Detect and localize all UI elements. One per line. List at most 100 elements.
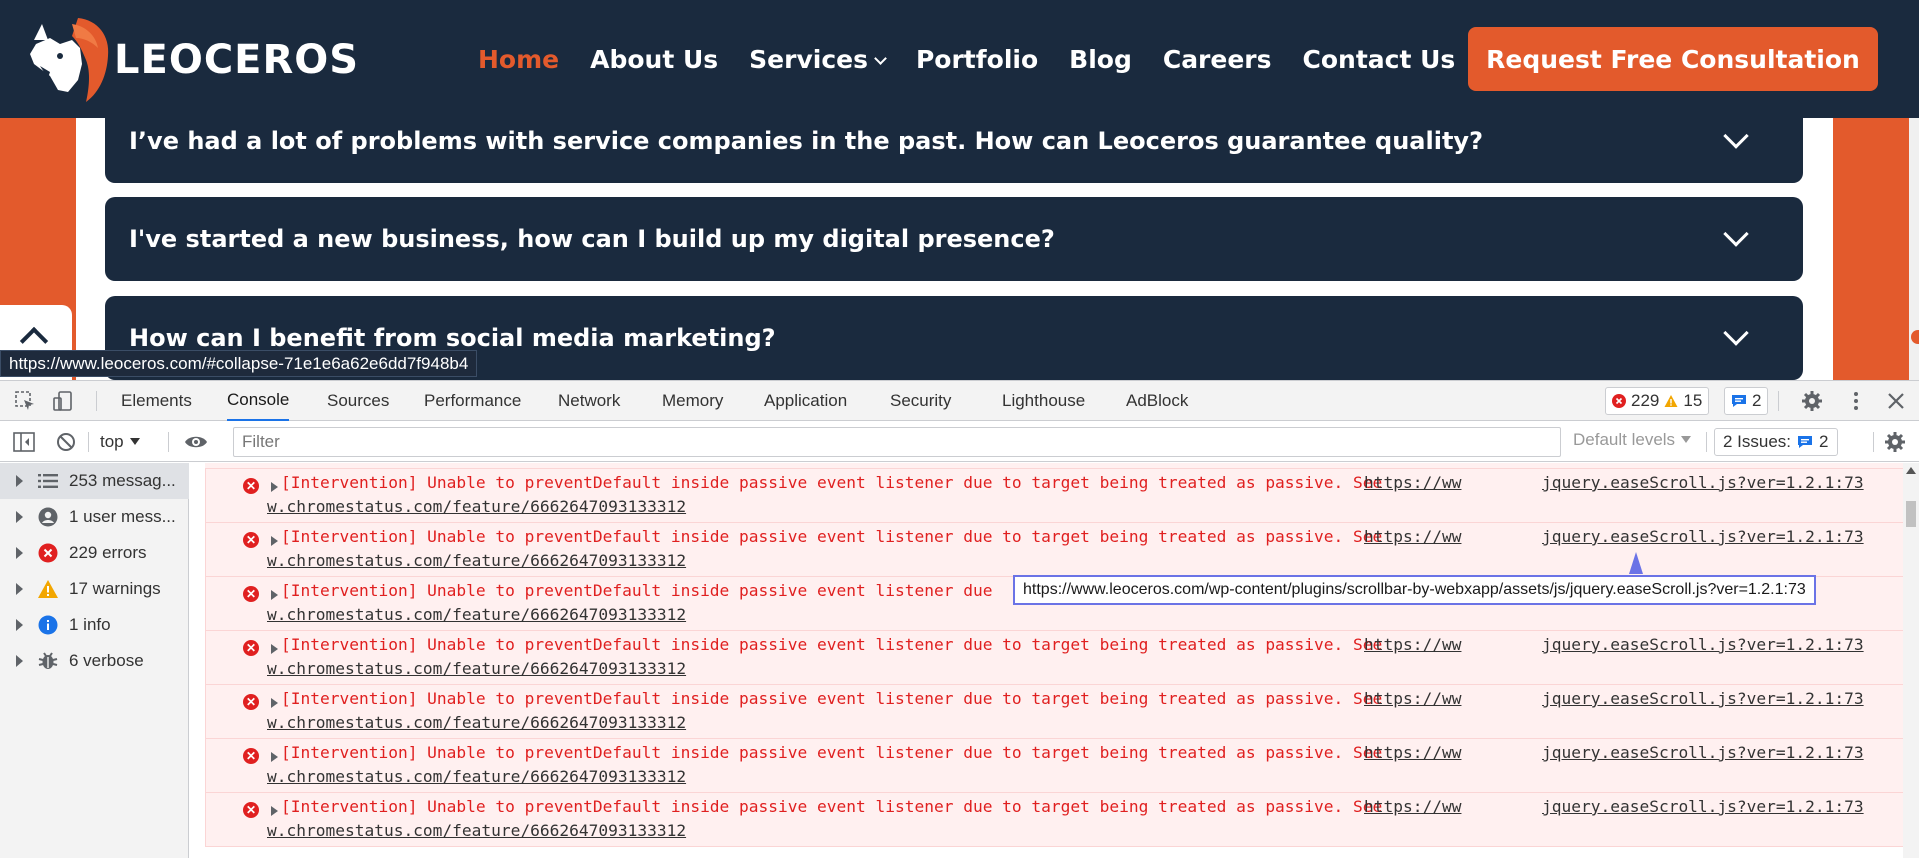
tab-elements[interactable]: Elements: [121, 381, 192, 421]
scrollbar-thumb[interactable]: [1906, 501, 1916, 527]
sidebar-item-errors[interactable]: 229 errors: [0, 535, 189, 571]
chromestatus-link[interactable]: https://ww: [1364, 743, 1461, 762]
request-consultation-button[interactable]: Request Free Consultation: [1468, 27, 1878, 91]
console-settings-gear-icon[interactable]: [1884, 431, 1906, 453]
tab-lighthouse[interactable]: Lighthouse: [1002, 381, 1085, 421]
error-icon: ✕: [243, 748, 259, 764]
source-link[interactable]: jquery.easeScroll.js?ver=1.2.1:73: [1542, 473, 1864, 492]
gear-icon[interactable]: [1801, 390, 1823, 412]
sidebar-item-label: 1 info: [69, 615, 111, 634]
faq-item-quality[interactable]: I’ve had a lot of problems with service …: [105, 99, 1803, 183]
nav-services[interactable]: Services: [749, 44, 887, 74]
issues-button[interactable]: 2 Issues: 2: [1714, 428, 1838, 456]
expand-arrow-icon[interactable]: [271, 482, 278, 492]
console-error-row[interactable]: ✕ [Intervention] Unable to preventDefaul…: [205, 685, 1903, 739]
chromestatus-link[interactable]: https://ww: [1364, 635, 1461, 654]
sidebar-item-info[interactable]: 1 info: [0, 607, 189, 643]
message-icon: [1732, 395, 1746, 407]
tab-security[interactable]: Security: [890, 381, 951, 421]
clear-console-icon[interactable]: [55, 431, 77, 453]
expand-arrow-icon[interactable]: [271, 590, 278, 600]
chromestatus-link-cont[interactable]: w.chromestatus.com/feature/6662647093133…: [267, 551, 686, 570]
sidebar-item-verbose[interactable]: 6 verbose: [0, 643, 189, 679]
error-message: [Intervention] Unable to preventDefault …: [281, 797, 1383, 816]
nav-portfolio[interactable]: Portfolio: [916, 45, 1038, 74]
console-error-row[interactable]: ✕ [Intervention] Unable to preventDefaul…: [205, 523, 1903, 577]
expand-arrow-icon: [16, 547, 23, 559]
error-message: [Intervention] Unable to preventDefault …: [281, 473, 1383, 492]
console-toolbar: top Default levels 2 Issues: 2: [0, 422, 1919, 462]
source-link[interactable]: jquery.easeScroll.js?ver=1.2.1:73: [1542, 797, 1864, 816]
chromestatus-link-cont[interactable]: w.chromestatus.com/feature/6662647093133…: [267, 659, 686, 678]
info-icon: [37, 614, 59, 636]
chromestatus-link[interactable]: https://ww: [1364, 797, 1461, 816]
nav-services-label: Services: [749, 44, 868, 74]
expand-arrow-icon: [16, 583, 23, 595]
console-sidebar: 253 messag... 1 user mess... 229 errors …: [0, 463, 189, 858]
console-counts-badge[interactable]: 229 15: [1605, 387, 1710, 415]
tab-application[interactable]: Application: [764, 381, 847, 421]
log-levels-dropdown[interactable]: Default levels: [1573, 430, 1692, 450]
nav-blog[interactable]: Blog: [1069, 45, 1132, 74]
inspect-element-icon[interactable]: [14, 390, 36, 412]
sidebar-item-warnings[interactable]: 17 warnings: [0, 571, 189, 607]
sidebar-item-user-messages[interactable]: 1 user mess...: [0, 499, 189, 535]
source-link[interactable]: jquery.easeScroll.js?ver=1.2.1:73: [1542, 689, 1864, 708]
console-error-row[interactable]: ✕ [Intervention] Unable to preventDefaul…: [205, 631, 1903, 685]
chromestatus-link[interactable]: https://ww: [1364, 689, 1461, 708]
eye-icon[interactable]: [184, 431, 207, 453]
chromestatus-link-cont[interactable]: w.chromestatus.com/feature/6662647093133…: [267, 821, 686, 840]
chromestatus-link-cont[interactable]: w.chromestatus.com/feature/6662647093133…: [267, 767, 686, 786]
site-logo[interactable]: LEOCEROS: [28, 14, 358, 106]
expand-arrow-icon[interactable]: [271, 644, 278, 654]
logo-wordmark: LEOCEROS: [114, 37, 360, 83]
divider: [168, 432, 169, 452]
console-error-row[interactable]: ✕ [Intervention] Unable to preventDefaul…: [205, 469, 1903, 523]
close-icon[interactable]: [1885, 390, 1907, 412]
side-widget-dot[interactable]: [1911, 330, 1919, 344]
console-error-row[interactable]: ✕ [Intervention] Unable to preventDefaul…: [205, 793, 1903, 847]
context-selector[interactable]: top: [100, 430, 140, 454]
console-filter-input[interactable]: [233, 427, 1561, 457]
chromestatus-link-cont[interactable]: w.chromestatus.com/feature/6662647093133…: [267, 713, 686, 732]
chromestatus-link-cont[interactable]: w.chromestatus.com/feature/6662647093133…: [267, 605, 686, 624]
more-options-icon[interactable]: [1845, 390, 1867, 412]
list-icon: [37, 470, 59, 492]
sidebar-item-label: 17 warnings: [69, 579, 161, 598]
tab-sources[interactable]: Sources: [327, 381, 389, 421]
error-icon: ✕: [243, 532, 259, 548]
expand-arrow-icon[interactable]: [271, 698, 278, 708]
device-toolbar-icon[interactable]: [52, 390, 74, 412]
console-error-row[interactable]: ✕ [Intervention] Unable to preventDefaul…: [205, 739, 1903, 793]
tab-console[interactable]: Console: [227, 381, 290, 421]
nav-contact[interactable]: Contact Us: [1303, 45, 1456, 74]
tab-network[interactable]: Network: [558, 381, 620, 421]
sidebar-item-messages[interactable]: 253 messag...: [0, 463, 189, 499]
nav-home[interactable]: Home: [478, 45, 560, 110]
source-link[interactable]: jquery.easeScroll.js?ver=1.2.1:73: [1542, 635, 1864, 654]
expand-arrow-icon[interactable]: [271, 806, 278, 816]
issues-counter-badge[interactable]: 2: [1724, 387, 1769, 415]
source-link-hovered[interactable]: jquery.easeScroll.js?ver=1.2.1:73: [1542, 527, 1864, 546]
devtools-panel: Elements Console Sources Performance Net…: [0, 380, 1919, 858]
chromestatus-link[interactable]: https://ww: [1364, 527, 1461, 546]
source-link[interactable]: jquery.easeScroll.js?ver=1.2.1:73: [1542, 743, 1864, 762]
nav-about[interactable]: About Us: [590, 45, 718, 74]
divider: [1706, 432, 1707, 452]
error-message: [Intervention] Unable to preventDefault …: [281, 743, 1383, 762]
tab-memory[interactable]: Memory: [662, 381, 723, 421]
tab-performance[interactable]: Performance: [424, 381, 521, 421]
expand-arrow-icon[interactable]: [271, 752, 278, 762]
faq-item-digital-presence[interactable]: I've started a new business, how can I b…: [105, 197, 1803, 281]
nav-careers[interactable]: Careers: [1163, 45, 1272, 74]
scroll-up-arrow-icon[interactable]: [1906, 467, 1916, 474]
dropdown-arrow-icon: [129, 438, 140, 445]
expand-arrow-icon[interactable]: [271, 536, 278, 546]
divider: [96, 391, 97, 411]
chromestatus-link[interactable]: https://ww: [1364, 473, 1461, 492]
sidebar-toggle-icon[interactable]: [13, 431, 35, 453]
tab-adblock[interactable]: AdBlock: [1126, 381, 1188, 421]
console-scrollbar[interactable]: [1903, 463, 1919, 858]
chromestatus-link-cont[interactable]: w.chromestatus.com/feature/6662647093133…: [267, 497, 686, 516]
devtools-tab-bar: Elements Console Sources Performance Net…: [0, 381, 1919, 421]
